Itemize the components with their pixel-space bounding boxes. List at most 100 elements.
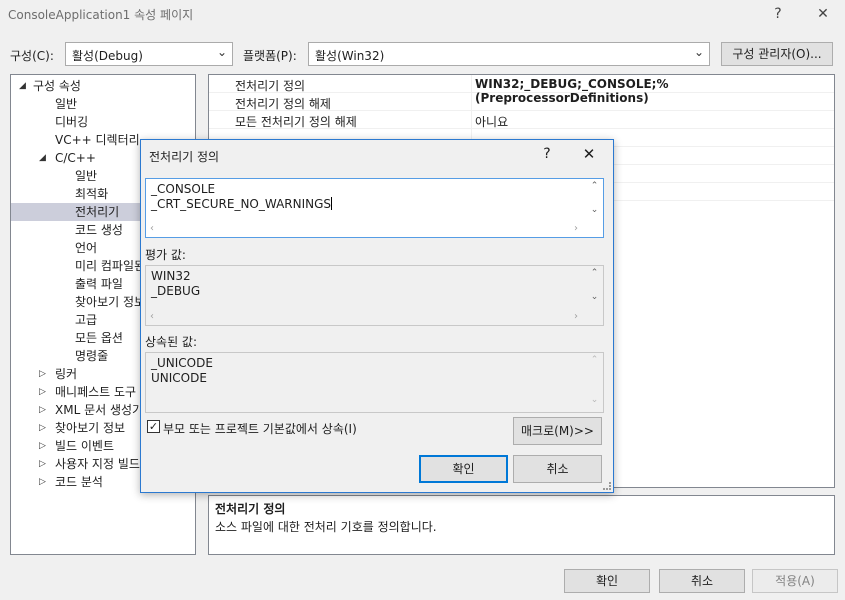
- resize-grip-icon[interactable]: [603, 482, 611, 490]
- property-value: 아니요: [475, 115, 509, 129]
- scroll-down-icon[interactable]: ⌄: [586, 395, 603, 405]
- expand-arrow-icon[interactable]: ▷: [39, 437, 46, 455]
- description-panel: 전처리기 정의 소스 파일에 대한 전처리 기호를 정의합니다.: [208, 495, 835, 555]
- property-row[interactable]: 전처리기 정의 해제: [209, 93, 834, 111]
- scroll-right-icon[interactable]: ›: [574, 311, 578, 322]
- tree-item[interactable]: 일반: [11, 95, 195, 113]
- macro-button[interactable]: 매크로(M)>>: [513, 417, 602, 445]
- tree-item-label: 명령줄: [75, 349, 109, 363]
- inherited-label: 상속된 값:: [145, 335, 198, 349]
- tree-item-label: 빌드 이벤트: [55, 439, 115, 453]
- tree-item-label: 찾아보기 정보: [75, 295, 146, 309]
- expand-arrow-icon[interactable]: ▷: [39, 455, 46, 473]
- dialog-title: 전처리기 정의: [149, 150, 220, 164]
- expand-arrow-icon[interactable]: ▷: [39, 473, 46, 491]
- dialog-close-icon[interactable]: ✕: [577, 144, 601, 164]
- tree-item-label: 고급: [75, 313, 98, 327]
- definitions-line-1: _CONSOLE: [151, 182, 216, 196]
- text-caret: [331, 197, 333, 210]
- expand-arrow-icon[interactable]: ▷: [39, 383, 46, 401]
- dialog-ok-button[interactable]: 확인: [419, 455, 508, 483]
- config-select[interactable]: 활성(Debug) ⌄: [65, 42, 233, 66]
- tree-item-label: 디버깅: [55, 115, 89, 129]
- tree-item-label: 언어: [75, 241, 98, 255]
- tree-item-label: VC++ 디렉터리: [55, 133, 140, 147]
- tree-item-label: 출력 파일: [75, 277, 123, 291]
- ok-button[interactable]: 확인: [564, 569, 650, 593]
- apply-button[interactable]: 적용(A): [752, 569, 838, 593]
- scroll-left-icon[interactable]: ‹: [150, 223, 154, 234]
- description-heading: 전처리기 정의: [215, 502, 286, 516]
- property-name: 전처리기 정의: [235, 79, 306, 93]
- tree-item-label: 링커: [55, 367, 78, 381]
- scroll-left-icon[interactable]: ‹: [150, 311, 154, 322]
- inherit-checkbox[interactable]: ✓: [147, 420, 160, 433]
- inherited-values-box: _UNICODE UNICODE ⌃ ⌄: [145, 352, 604, 413]
- platform-label: 플랫폼(P):: [243, 49, 297, 63]
- scroll-right-icon[interactable]: ›: [574, 223, 578, 234]
- configuration-manager-button[interactable]: 구성 관리자(O)...: [721, 42, 833, 66]
- config-label: 구성(C):: [10, 49, 54, 63]
- inherited-line-1: _UNICODE: [151, 356, 213, 370]
- tree-item-label: 매니페스트 도구: [55, 385, 137, 399]
- collapse-arrow-icon[interactable]: ◢: [39, 149, 46, 167]
- evaluated-values-box: WIN32 _DEBUG ⌃ ⌄ ‹ ›: [145, 265, 604, 326]
- editor-vertical-scrollbar[interactable]: ⌃ ⌄: [586, 179, 603, 222]
- expand-arrow-icon[interactable]: ▷: [39, 419, 46, 437]
- platform-select[interactable]: 활성(Win32) ⌄: [308, 42, 710, 66]
- tree-item-label: XML 문서 생성기: [55, 403, 144, 417]
- help-icon[interactable]: ?: [766, 3, 790, 25]
- evaluated-line-2: _DEBUG: [151, 284, 201, 298]
- definitions-editor[interactable]: _CONSOLE _CRT_SECURE_NO_WARNINGS ⌃ ⌄ ‹ ›: [145, 178, 604, 238]
- property-row[interactable]: 모든 전처리기 정의 해제 아니요: [209, 111, 834, 129]
- scroll-down-icon[interactable]: ⌄: [586, 292, 603, 302]
- check-icon: ✓: [148, 420, 159, 433]
- column-divider: [471, 75, 472, 93]
- expand-arrow-icon[interactable]: ▷: [39, 401, 46, 419]
- evaluated-vertical-scrollbar[interactable]: ⌃ ⌄: [586, 266, 603, 309]
- tree-item-label: C/C++: [55, 151, 96, 165]
- scroll-up-icon[interactable]: ⌃: [586, 268, 603, 278]
- property-name: 모든 전처리기 정의 해제: [235, 115, 357, 129]
- cancel-button[interactable]: 취소: [659, 569, 745, 593]
- tree-item[interactable]: 디버깅: [11, 113, 195, 131]
- close-icon[interactable]: ✕: [811, 3, 835, 25]
- expand-arrow-icon[interactable]: ▷: [39, 365, 46, 383]
- inherit-checkbox-label[interactable]: 부모 또는 프로젝트 기본값에서 상속(I): [163, 420, 357, 437]
- scroll-up-icon[interactable]: ⌃: [586, 355, 603, 365]
- evaluated-label: 평가 값:: [145, 248, 186, 262]
- scroll-down-icon[interactable]: ⌄: [586, 205, 603, 215]
- chevron-down-icon: ⌄: [693, 45, 704, 59]
- platform-select-value: 활성(Win32): [315, 49, 385, 63]
- property-name: 전처리기 정의 해제: [235, 97, 331, 111]
- inherited-line-2: UNICODE: [151, 371, 207, 385]
- description-text: 소스 파일에 대한 전처리 기호를 정의합니다.: [215, 520, 437, 534]
- property-row[interactable]: 전처리기 정의 WIN32;_DEBUG;_CONSOLE;%(Preproces…: [209, 75, 834, 105]
- window-titlebar: ConsoleApplication1 속성 페이지 ? ✕: [0, 0, 845, 28]
- tree-item-label: 찾아보기 정보: [55, 421, 126, 435]
- editor-horizontal-scrollbar[interactable]: ‹ ›: [146, 220, 587, 237]
- column-divider: [471, 111, 472, 129]
- dialog-cancel-button[interactable]: 취소: [513, 455, 602, 483]
- column-divider: [471, 93, 472, 111]
- scroll-up-icon[interactable]: ⌃: [586, 181, 603, 191]
- evaluated-line-1: WIN32: [151, 269, 191, 283]
- tree-item-label: 전처리기: [75, 205, 120, 219]
- tree-item-label: 코드 분석: [55, 475, 103, 489]
- inherited-values-text: _UNICODE UNICODE: [151, 356, 213, 386]
- chevron-down-icon: ⌄: [216, 45, 227, 59]
- tree-item-label: 일반: [75, 169, 98, 183]
- tree-item-label: 일반: [55, 97, 78, 111]
- definitions-editor-text[interactable]: _CONSOLE _CRT_SECURE_NO_WARNINGS: [151, 182, 333, 212]
- evaluated-values-text: WIN32 _DEBUG: [151, 269, 200, 299]
- preprocessor-definitions-dialog: 전처리기 정의 ? ✕ _CONSOLE _CRT_SECURE_NO_WARN…: [140, 139, 614, 493]
- window-title: ConsoleApplication1 속성 페이지: [8, 8, 194, 22]
- tree-item[interactable]: ◢ 구성 속성: [11, 77, 195, 95]
- collapse-arrow-icon[interactable]: ◢: [19, 77, 26, 95]
- tree-item-label: 모든 옵션: [75, 331, 123, 345]
- evaluated-horizontal-scrollbar[interactable]: ‹ ›: [146, 308, 587, 325]
- inherited-vertical-scrollbar[interactable]: ⌃ ⌄: [586, 353, 603, 412]
- tree-item-label: 최적화: [75, 187, 109, 201]
- config-select-value: 활성(Debug): [72, 49, 143, 63]
- dialog-help-icon[interactable]: ?: [537, 144, 557, 164]
